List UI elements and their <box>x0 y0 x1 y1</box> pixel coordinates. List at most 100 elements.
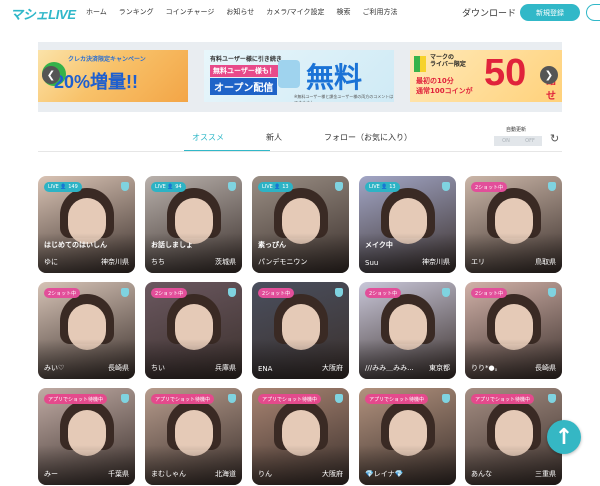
status-badge: LIVE 👤 13 <box>365 182 400 192</box>
tab-new[interactable]: 新人 <box>266 132 282 143</box>
performer-card[interactable]: アプリでショット待機中 💎レイナ💎 <box>359 388 456 485</box>
card-shade <box>38 339 135 379</box>
tab-recommended[interactable]: オススメ <box>192 132 224 143</box>
performer-prefecture: 三重県 <box>535 470 556 478</box>
performer-card[interactable]: LIVE 👤 149 はじめてのはいしん ゆに 神奈川県 <box>38 176 135 273</box>
performer-card[interactable]: アプリでショット待機中 みー 千葉県 <box>38 388 135 485</box>
performer-card[interactable]: アプリでショット待機中 まむしゃん 北海道 <box>145 388 242 485</box>
performer-card[interactable]: 2ショット中 ENA 大阪府 <box>252 282 349 379</box>
performer-catchphrase: メイク中 <box>365 241 393 249</box>
nav-camera-settings[interactable]: カメラ/マイク設定 <box>266 7 324 17</box>
tab-follow[interactable]: フォロー（お気に入り） <box>324 132 412 143</box>
shield-icon <box>121 182 129 191</box>
status-badge: 2ショット中 <box>258 288 295 298</box>
nav-home[interactable]: ホーム <box>86 7 107 17</box>
status-badge: LIVE 👤 94 <box>151 182 186 192</box>
banner-carousel: クレカ決済限定キャンペーン 20%増量!! 有料ユーザー様に引き続き 無料ユーザ… <box>38 42 562 112</box>
card-shade <box>145 339 242 379</box>
performer-prefecture: 神奈川県 <box>101 258 129 266</box>
performer-name: Suu <box>365 259 379 267</box>
banner-credit-campaign[interactable]: クレカ決済限定キャンペーン 20%増量!! <box>38 50 188 102</box>
nav-how-to-use[interactable]: ご利用方法 <box>362 7 397 17</box>
shield-icon <box>228 182 236 191</box>
nav-news[interactable]: お知らせ <box>226 7 254 17</box>
performer-name: エリ <box>471 258 485 266</box>
performer-prefecture: 茨城県 <box>215 258 236 266</box>
performer-card[interactable]: 2ショット中 りり*●。 長崎県 <box>465 282 562 379</box>
card-shade <box>359 339 456 379</box>
performer-card[interactable]: 2ショット中 ///みみ＿みみ... 東京都 <box>359 282 456 379</box>
scroll-top-icon[interactable]: ↑ <box>547 420 581 454</box>
shield-icon <box>442 288 450 297</box>
status-badge: アプリでショット待機中 <box>365 394 429 404</box>
card-shade <box>252 233 349 273</box>
card-shade <box>465 339 562 379</box>
shield-icon <box>335 288 343 297</box>
top-header: マシェLIVE ホーム ランキング コインチャージ お知らせ カメラ/マイク設定… <box>0 0 600 24</box>
card-shade <box>252 445 349 485</box>
banner-note: ※無料ユーザー様と課金ユーザー様の両方のコメントはできません <box>294 94 394 102</box>
performer-name: あんな <box>471 470 492 478</box>
toggle-on[interactable]: ON <box>494 136 518 146</box>
shield-icon <box>548 288 556 297</box>
nav-coin-charge[interactable]: コインチャージ <box>166 7 215 17</box>
performer-prefecture: 北海道 <box>215 470 236 478</box>
carousel-prev-icon[interactable]: ❮ <box>42 66 60 84</box>
auto-refresh-toggle[interactable]: ON OFF <box>494 136 542 146</box>
banner-text: 無料ユーザー様も！ <box>210 65 279 77</box>
banner-free-open[interactable]: 有料ユーザー様に引き続き 無料ユーザー様も！ オープン配信 無料 ※無料ユーザー… <box>204 50 394 102</box>
status-badge: アプリでショット待機中 <box>44 394 108 404</box>
carousel-next-icon[interactable]: ❯ <box>540 66 558 84</box>
shield-icon <box>548 182 556 191</box>
card-shade <box>465 233 562 273</box>
performer-prefecture: 大阪府 <box>322 364 343 372</box>
card-shade <box>465 445 562 485</box>
performer-prefecture: 兵庫県 <box>215 364 236 372</box>
performer-name: 💎レイナ💎 <box>365 470 404 478</box>
status-badge: アプリでショット待機中 <box>471 394 535 404</box>
status-badge: 2ショット中 <box>365 288 402 298</box>
performer-catchphrase: はじめてのはいしん <box>44 241 107 249</box>
shield-icon <box>228 288 236 297</box>
banner-headline: 無料 <box>306 62 363 93</box>
performer-prefecture: 長崎県 <box>108 364 129 372</box>
status-badge: 2ショット中 <box>471 288 508 298</box>
performer-name: りん <box>258 470 272 478</box>
performer-card[interactable]: LIVE 👤 13 素っぴん パンデモニウン <box>252 176 349 273</box>
shield-icon <box>335 394 343 403</box>
status-badge: LIVE 👤 149 <box>44 182 82 192</box>
card-shade <box>145 233 242 273</box>
performer-name: ENA <box>258 365 273 373</box>
performer-prefecture: 神奈川県 <box>422 258 450 266</box>
login-button[interactable] <box>586 4 600 21</box>
refresh-icon[interactable]: ↻ <box>550 132 559 145</box>
main-nav: ホーム ランキング コインチャージ お知らせ カメラ/マイク設定 検索 ご利用方… <box>86 7 409 17</box>
banner-text: 最初の10分 <box>416 77 454 85</box>
shield-icon <box>121 394 129 403</box>
performer-card[interactable]: アプリでショット待機中 りん 大阪府 <box>252 388 349 485</box>
card-shade <box>359 233 456 273</box>
nav-ranking[interactable]: ランキング <box>119 7 154 17</box>
content-tabs: オススメ 新人 フォロー（お気に入り） 自動更新 ON OFF ↻ <box>38 126 562 154</box>
beginner-mark-icon <box>414 56 426 72</box>
performer-card[interactable]: 2ショット中 ちい 兵庫県 <box>145 282 242 379</box>
performer-card[interactable]: LIVE 👤 13 メイク中 Suu 神奈川県 <box>359 176 456 273</box>
performer-prefecture: 長崎県 <box>535 364 556 372</box>
register-button[interactable]: 新規登録 <box>520 4 580 21</box>
site-logo[interactable]: マシェLIVE <box>10 4 76 23</box>
card-shade <box>38 233 135 273</box>
camera-icon <box>278 60 300 88</box>
performer-card[interactable]: 2ショット中 みい♡ 長崎県 <box>38 282 135 379</box>
performer-card[interactable]: 2ショット中 エリ 鳥取県 <box>465 176 562 273</box>
banner-text: クレカ決済限定キャンペーン <box>68 56 146 63</box>
shield-icon <box>228 394 236 403</box>
download-link[interactable]: ダウンロード <box>462 6 516 19</box>
status-badge: アプリでショット待機中 <box>151 394 215 404</box>
nav-search[interactable]: 検索 <box>336 7 350 17</box>
performer-name: ちち <box>151 258 165 266</box>
status-badge: LIVE 👤 13 <box>258 182 293 192</box>
performer-name: パンデモニウン <box>258 258 308 266</box>
tabs-divider <box>38 151 562 152</box>
toggle-off[interactable]: OFF <box>518 136 542 146</box>
performer-card[interactable]: LIVE 👤 94 お話しましょ ちち 茨城県 <box>145 176 242 273</box>
